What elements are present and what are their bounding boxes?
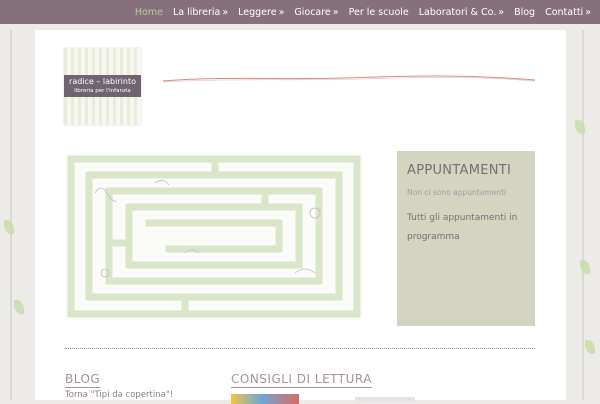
maze-illustration: [65, 153, 363, 320]
section-divider: [65, 348, 535, 349]
nav-item-leggere[interactable]: Leggere»: [233, 7, 289, 18]
logo-band: radice – labirinto libreria per l'infanz…: [64, 75, 141, 97]
submenu-arrow-icon: »: [278, 6, 285, 18]
nav-item-label: Blog: [514, 6, 536, 18]
nav-item-label: Per le scuole: [348, 6, 409, 18]
submenu-arrow-icon: »: [498, 6, 505, 18]
main-navigation: Home La libreria» Leggere» Giocare» Per …: [0, 0, 600, 24]
background-branch: [10, 30, 12, 400]
appointments-title: APPUNTAMENTI: [407, 163, 512, 178]
leaf-decoration: [14, 300, 24, 314]
nav-item-contatti[interactable]: Contatti»: [540, 7, 596, 18]
logo-subtitle: libreria per l'infanzia: [74, 88, 131, 94]
logo-illustration-bottom: [64, 97, 141, 125]
nav-item-label: Contatti: [545, 6, 584, 18]
nav-item-blog[interactable]: Blog: [509, 7, 540, 18]
nav-item-label: Leggere: [238, 6, 277, 18]
nav-item-home[interactable]: Home: [130, 7, 168, 18]
nav-item-label: Home: [134, 6, 163, 18]
nav-item-label: La libreria: [172, 6, 221, 18]
background-branch: [582, 30, 584, 400]
nav-item-giocare[interactable]: Giocare»: [289, 7, 343, 18]
submenu-arrow-icon: »: [222, 6, 229, 18]
site-logo[interactable]: radice – labirinto libreria per l'infanz…: [64, 48, 141, 125]
nav-item-la-libreria[interactable]: La libreria»: [168, 7, 233, 18]
logo-name: radice – labirinto: [69, 77, 136, 86]
nav-item-label: Laboratori & Co.: [418, 6, 497, 18]
nav-item-label: Giocare: [294, 6, 331, 18]
nav-item-laboratori[interactable]: Laboratori & Co.»: [414, 7, 509, 18]
header-wave-line: [163, 75, 535, 83]
nav-item-per-le-scuole[interactable]: Per le scuole: [344, 7, 414, 18]
blog-post-link[interactable]: Torna "Tipi da copertina"!: [65, 390, 173, 400]
book-cover-thumbnail[interactable]: [231, 394, 299, 404]
appointments-widget: APPUNTAMENTI Non ci sono appuntamenti Tu…: [397, 151, 535, 326]
logo-illustration-top: [64, 48, 141, 76]
reading-tips-title[interactable]: CONSIGLI DI LETTURA: [231, 372, 372, 388]
leaf-decoration: [585, 340, 595, 354]
blog-section-title[interactable]: BLOG: [65, 372, 101, 388]
submenu-arrow-icon: »: [332, 6, 339, 18]
all-appointments-link[interactable]: Tutti gli appuntamenti in programma: [407, 213, 517, 242]
appointments-empty-text: Non ci sono appuntamenti: [407, 188, 507, 197]
content-panel: radice – labirinto libreria per l'infanz…: [35, 30, 566, 404]
leaf-decoration: [4, 220, 14, 234]
submenu-arrow-icon: »: [585, 6, 591, 18]
reading-tip-text: [355, 397, 415, 403]
